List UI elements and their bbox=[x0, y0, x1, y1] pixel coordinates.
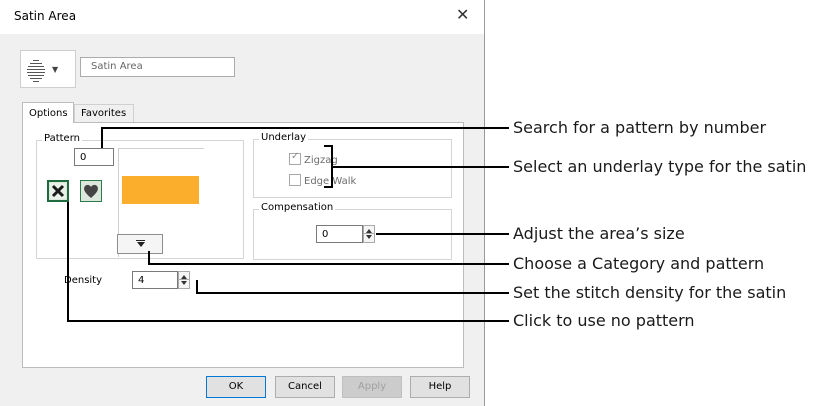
category-pattern-button[interactable] bbox=[117, 234, 163, 254]
callout-line-pattern-number-drop bbox=[101, 127, 103, 148]
callout-line-density bbox=[196, 292, 509, 294]
help-button[interactable]: Help bbox=[410, 376, 470, 398]
checkbox-box bbox=[289, 174, 301, 186]
callout-category-pattern: Choose a Category and pattern bbox=[513, 254, 765, 273]
tab-options[interactable]: Options bbox=[22, 102, 74, 123]
callout-underlay-type: Select an underlay type for the satin bbox=[513, 157, 807, 176]
pattern-number-field[interactable]: 0 bbox=[74, 148, 114, 166]
cancel-button[interactable]: Cancel bbox=[275, 376, 335, 398]
pattern-group-label: Pattern bbox=[42, 133, 82, 144]
stitch-type-dropdown[interactable]: ▼ bbox=[20, 50, 76, 88]
title-bar: Satin Area ✕ bbox=[0, 0, 484, 34]
no-pattern-x-icon[interactable] bbox=[47, 180, 69, 202]
callout-line-pattern-number bbox=[101, 127, 509, 129]
checkmark-icon: ✓ bbox=[291, 151, 300, 162]
callout-line-underlay bbox=[333, 166, 509, 168]
callout-line-compensation bbox=[376, 233, 509, 235]
heart-icon[interactable] bbox=[80, 180, 102, 202]
compensation-group-label: Compensation bbox=[259, 202, 336, 213]
checkbox-box: ✓ bbox=[289, 151, 301, 165]
object-name-field[interactable]: Satin Area bbox=[80, 57, 235, 77]
callout-bracket-bottom bbox=[324, 186, 333, 188]
close-icon[interactable]: ✕ bbox=[456, 7, 469, 23]
density-spinner[interactable] bbox=[178, 271, 190, 289]
chevron-down-icon bbox=[137, 242, 145, 247]
compensation-spinner[interactable] bbox=[363, 225, 375, 243]
callout-line-no-pattern-drop bbox=[67, 202, 69, 322]
pattern-swatch bbox=[122, 176, 199, 204]
callout-adjust-size: Adjust the area’s size bbox=[513, 224, 685, 243]
underlay-group-label: Underlay bbox=[259, 132, 309, 143]
ok-button[interactable]: OK bbox=[206, 376, 266, 398]
dialog-title: Satin Area bbox=[14, 9, 77, 23]
callout-line-category bbox=[148, 263, 509, 265]
callout-line-no-pattern bbox=[67, 320, 509, 322]
density-field[interactable]: 4 bbox=[132, 271, 178, 289]
underlay-group: Underlay bbox=[253, 132, 452, 198]
satin-stripes-icon bbox=[27, 60, 45, 84]
callout-no-pattern: Click to use no pattern bbox=[513, 311, 695, 330]
callout-stitch-density: Set the stitch density for the satin bbox=[513, 283, 787, 302]
callout-bracket-top bbox=[324, 145, 333, 147]
edge-walk-checkbox[interactable]: Edge Walk bbox=[289, 174, 356, 187]
chevron-down-icon: ▼ bbox=[52, 65, 59, 74]
apply-button: Apply bbox=[342, 376, 402, 398]
satin-area-dialog: Satin Area ✕ ▼ Satin Area Options Favori… bbox=[0, 0, 485, 406]
callout-search-pattern: Search for a pattern by number bbox=[513, 118, 767, 137]
tab-favorites[interactable]: Favorites bbox=[74, 104, 134, 122]
density-label: Density bbox=[64, 275, 103, 286]
compensation-field[interactable]: 0 bbox=[316, 225, 363, 243]
